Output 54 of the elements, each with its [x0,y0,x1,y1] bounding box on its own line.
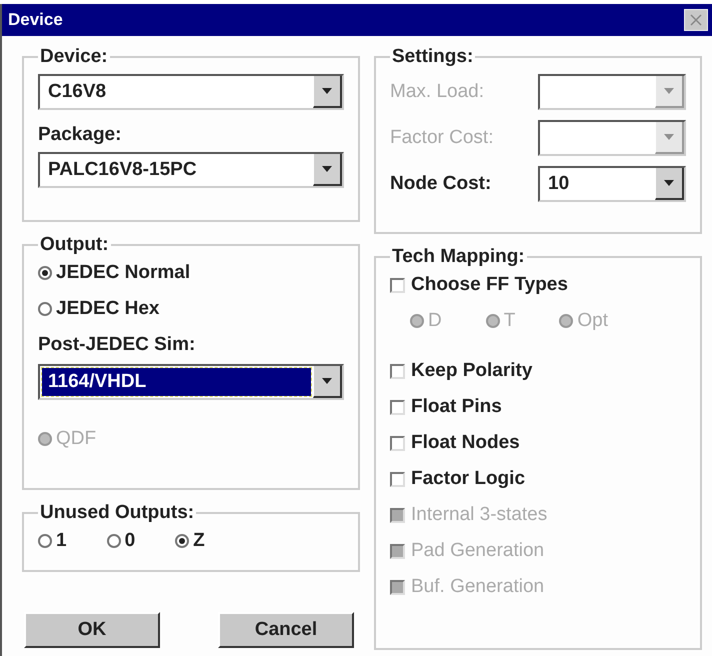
radio-label: JEDEC Hex [56,298,160,320]
dropdown-field[interactable]: 10 [538,166,686,202]
checkbox-label: Factor Logic [411,468,526,490]
dropdown-field[interactable]: 1164/VHDL [38,364,344,400]
dropdown-field[interactable]: PALC16V8-15PC [38,152,344,188]
dropdown-caret-icon [322,88,332,94]
checkbox-label: Float Nodes [411,432,520,454]
dropdown-field[interactable]: C16V8 [38,74,344,110]
dropdown-field[interactable] [538,120,686,156]
field-label: Max. Load: [390,81,484,103]
radio-label: 1 [56,530,67,552]
dropdown-field[interactable] [538,74,686,110]
checkbox[interactable] [390,472,405,486]
radio-label: T [504,310,516,332]
radio-button[interactable] [38,302,52,316]
radio-label: QDF [56,428,96,450]
field-label: Post-JEDEC Sim: [38,334,196,356]
dialog-button[interactable]: Cancel [218,612,354,648]
radio-button[interactable] [106,534,121,548]
dialog-button[interactable]: OK [24,612,160,648]
field-label: Node Cost: [390,173,492,195]
dropdown-caret-icon [322,378,332,384]
group-title: Tech Mapping: [391,246,526,268]
radio-label: 0 [124,530,136,552]
radio-label: JEDEC Normal [56,262,190,284]
checkbox[interactable] [390,400,405,414]
window-title: Device [8,10,63,30]
group-title: Output: [39,234,110,256]
dropdown-caret-icon [664,134,674,140]
radio-label: D [428,310,442,332]
radio-label: Opt [577,310,608,332]
dropdown-caret-icon [322,166,332,172]
close-icon [690,14,702,26]
radio-button[interactable] [38,266,52,280]
checkbox[interactable] [390,436,405,450]
checkbox-label: Keep Polarity [411,360,532,382]
radio-button[interactable] [175,534,190,548]
field-label: Package: [38,124,122,146]
checkbox-label: Choose FF Types [411,274,568,296]
checkbox-label: Buf. Generation [411,576,544,598]
radio-button[interactable] [38,534,52,548]
checkbox[interactable] [390,364,405,378]
checkbox-label: Float Pins [411,396,502,418]
checkbox[interactable] [390,278,405,292]
group-title: Unused Outputs: [39,502,196,524]
field-label: Factor Cost: [390,127,494,149]
dropdown-caret-icon [664,88,674,94]
group-title: Device: [39,46,109,68]
radio-label: Z [193,530,205,552]
group-title: Settings: [391,46,474,68]
checkbox-label: Pad Generation [411,540,544,562]
checkbox-label: Internal 3-states [411,504,548,526]
close-button[interactable] [684,9,708,31]
dropdown-caret-icon [664,180,674,186]
